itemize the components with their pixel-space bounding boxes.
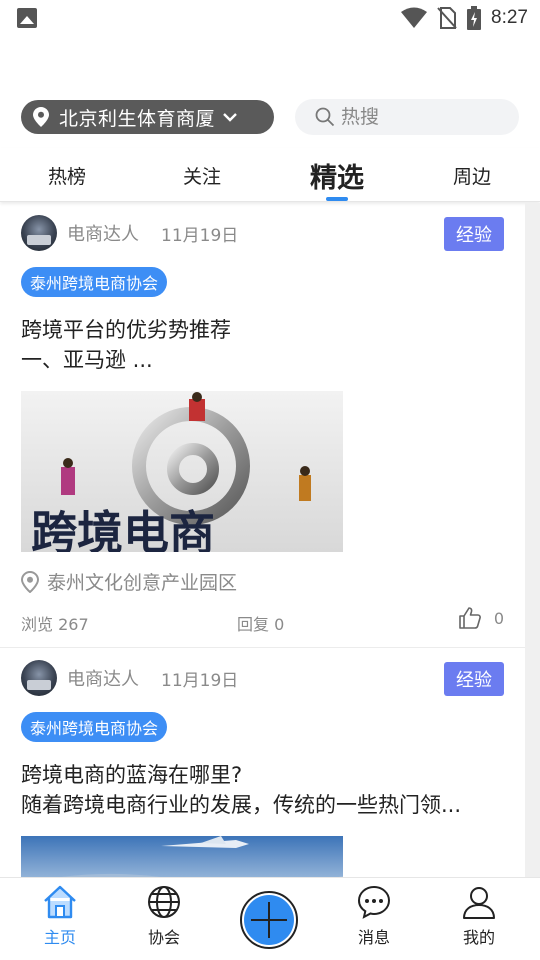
post-image[interactable]: [21, 836, 343, 877]
post-date: 11月19日: [161, 225, 239, 246]
like-button[interactable]: 0: [458, 606, 504, 630]
feed-tabs: 热榜 关注 精选 周边: [0, 148, 540, 202]
location-selector[interactable]: 北京利生体育商厦: [21, 100, 274, 134]
nav-messages[interactable]: 消息: [334, 884, 414, 954]
post-feed[interactable]: 电商达人 11月19日 经验 泰州跨境电商协会 跨境平台的优劣势推荐 一、亚马逊…: [0, 203, 540, 877]
battery-charging-icon: [467, 6, 482, 30]
post-card[interactable]: 电商达人 11月19日 经验 泰州跨境电商协会 跨境电商的蓝海在哪里? 随着跨境…: [0, 648, 525, 877]
no-sim-icon: [437, 7, 457, 29]
tab-hot[interactable]: 热榜: [27, 148, 107, 202]
avatar[interactable]: [21, 660, 57, 696]
user-icon: [463, 887, 495, 919]
image-icon: [17, 8, 37, 28]
post-card[interactable]: 电商达人 11月19日 经验 泰州跨境电商协会 跨境平台的优劣势推荐 一、亚马逊…: [0, 203, 525, 648]
home-icon: [44, 885, 76, 919]
nav-home[interactable]: 主页: [20, 884, 100, 954]
plus-icon: [244, 895, 294, 945]
post-excerpt[interactable]: 一、亚马逊 ...: [21, 344, 153, 374]
post-date: 11月19日: [161, 670, 239, 691]
post-title[interactable]: 跨境电商的蓝海在哪里?: [21, 759, 242, 789]
chat-bubble-icon: [357, 885, 391, 919]
tab-label: 精选: [310, 162, 364, 194]
nav-label: 消息: [357, 928, 390, 947]
reply-count[interactable]: 回复 0: [237, 611, 284, 635]
post-stats: 浏览 267 回复 0 0: [21, 606, 504, 635]
author-name[interactable]: 电商达人: [67, 220, 139, 246]
status-bar: 8:27: [0, 0, 540, 36]
status-time: 8:27: [491, 7, 528, 28]
search-input[interactable]: [341, 106, 491, 128]
avatar[interactable]: [21, 215, 57, 251]
nav-label: 主页: [43, 928, 76, 947]
post-excerpt[interactable]: 随着跨境电商行业的发展，传统的一些热门领...: [21, 789, 461, 819]
search-icon: [315, 107, 335, 127]
location-pin-icon: [33, 107, 49, 127]
category-badge: 经验: [444, 662, 504, 696]
post-title[interactable]: 跨境平台的优劣势推荐: [21, 314, 231, 344]
active-tab-indicator: [326, 197, 348, 201]
tab-follow[interactable]: 关注: [162, 148, 242, 202]
nav-association[interactable]: 协会: [124, 884, 204, 954]
globe-icon: [148, 886, 180, 918]
scrollbar[interactable]: [525, 203, 540, 877]
chevron-down-icon: [223, 113, 237, 122]
tab-label: 关注: [182, 165, 221, 188]
tab-label: 热榜: [47, 165, 86, 188]
post-location[interactable]: 泰州文化创意产业园区: [21, 568, 237, 595]
group-tag[interactable]: 泰州跨境电商协会: [21, 267, 168, 297]
location-label: 泰州文化创意产业园区: [47, 572, 238, 594]
wifi-icon: [401, 7, 428, 28]
post-image[interactable]: 跨境电商: [21, 391, 343, 552]
nav-label: 协会: [147, 928, 180, 947]
category-badge: 经验: [444, 217, 504, 251]
tab-label: 周边: [452, 165, 491, 188]
post-header: 电商达人 11月19日: [21, 215, 238, 251]
view-count: 浏览 267: [21, 615, 89, 634]
bottom-nav: 主页 协会 消息 我的: [0, 877, 540, 960]
image-caption: 跨境电商: [31, 506, 215, 552]
post-header: 电商达人 11月19日: [21, 660, 238, 696]
create-post-button[interactable]: [240, 891, 298, 949]
nav-label: 我的: [462, 928, 495, 947]
location-label: 北京利生体育商厦: [59, 107, 216, 130]
tab-nearby[interactable]: 周边: [432, 148, 512, 202]
thumbs-up-icon: [459, 607, 481, 629]
author-name[interactable]: 电商达人: [67, 665, 139, 691]
group-tag[interactable]: 泰州跨境电商协会: [21, 712, 168, 742]
tab-featured[interactable]: 精选: [292, 148, 382, 202]
like-count: 0: [493, 608, 504, 628]
nav-profile[interactable]: 我的: [439, 884, 519, 954]
search-box[interactable]: [295, 99, 519, 135]
location-pin-icon: [21, 570, 39, 593]
